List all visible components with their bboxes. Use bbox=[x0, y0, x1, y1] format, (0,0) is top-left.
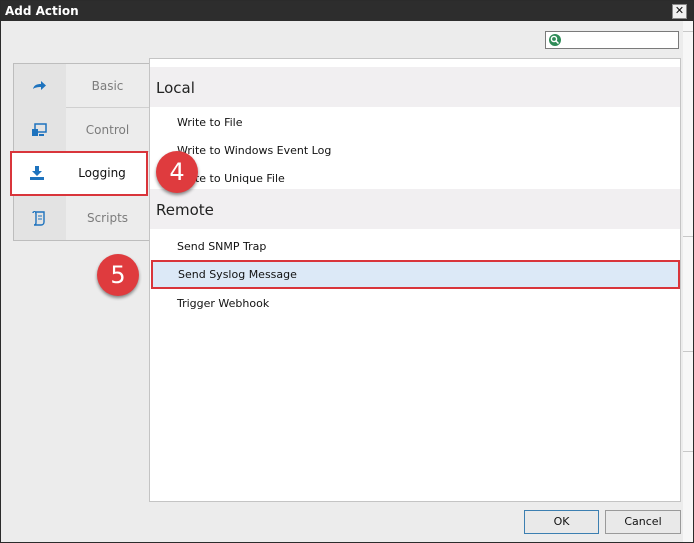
list-item[interactable]: Write to Unique File bbox=[150, 163, 680, 191]
step-badge-5: 5 bbox=[97, 254, 139, 296]
nav-item-logging[interactable]: Logging bbox=[10, 151, 148, 196]
arrow-forward-icon bbox=[33, 81, 46, 90]
group-header-remote: Remote bbox=[150, 189, 680, 229]
add-action-dialog: Add Action ✕ Basic Control Scripts Loggi… bbox=[0, 0, 694, 543]
nav-item-scripts[interactable]: Scripts bbox=[14, 196, 149, 240]
search-icon bbox=[549, 34, 561, 46]
close-button[interactable]: ✕ bbox=[672, 4, 687, 19]
search-box[interactable] bbox=[545, 31, 679, 49]
script-scroll-icon bbox=[32, 211, 45, 226]
list-item[interactable]: Write to Windows Event Log bbox=[150, 135, 680, 163]
monitor-icon bbox=[32, 123, 47, 136]
step-badge-4: 4 bbox=[156, 151, 198, 193]
list-item[interactable]: Send SNMP Trap bbox=[150, 231, 680, 259]
nav-label: Control bbox=[85, 123, 130, 137]
group-title: Local bbox=[156, 79, 195, 97]
cancel-button[interactable]: Cancel bbox=[605, 510, 681, 534]
list-item-label: Write to File bbox=[177, 116, 243, 129]
list-item[interactable]: Write to File bbox=[150, 107, 680, 135]
ok-button[interactable]: OK bbox=[524, 510, 599, 534]
search-input[interactable] bbox=[564, 32, 676, 48]
nav-label-selected: Logging bbox=[78, 166, 126, 180]
list-item-selected[interactable]: Send Syslog Message bbox=[151, 260, 680, 289]
list-item-label: Trigger Webhook bbox=[177, 297, 270, 310]
group-title: Remote bbox=[156, 201, 214, 219]
list-item-label: Write to Windows Event Log bbox=[177, 144, 332, 157]
action-list-panel: Local Write to File Write to Windows Eve… bbox=[149, 58, 681, 502]
list-item-label: Send SNMP Trap bbox=[177, 240, 267, 253]
group-header-local: Local bbox=[150, 67, 680, 107]
list-item-label: Send Syslog Message bbox=[178, 268, 297, 281]
nav-item-control[interactable]: Control bbox=[14, 108, 149, 152]
nav-label: Scripts bbox=[86, 211, 129, 225]
title-bar: Add Action ✕ bbox=[1, 1, 693, 21]
background-window-edge bbox=[683, 21, 693, 542]
download-tray-icon bbox=[30, 166, 44, 180]
list-item[interactable]: Trigger Webhook bbox=[150, 289, 680, 317]
nav-item-basic[interactable]: Basic bbox=[14, 64, 149, 108]
window-title: Add Action bbox=[5, 4, 79, 18]
nav-label: Basic bbox=[91, 79, 124, 93]
